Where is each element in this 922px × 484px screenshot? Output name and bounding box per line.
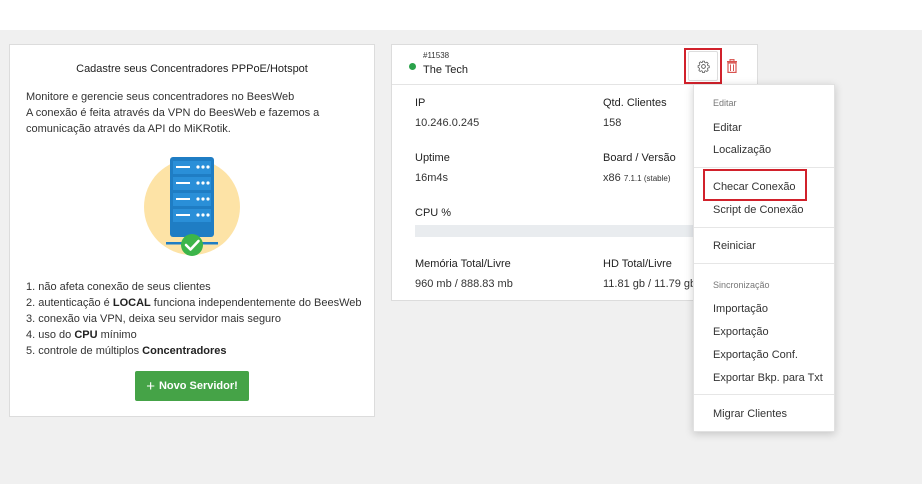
clients-value: 158 xyxy=(603,117,622,129)
intro-line-2: A conexão é feita através da VPN do Bees… xyxy=(26,107,320,135)
card-title: Cadastre seus Concentradores PPPoE/Hotsp… xyxy=(76,63,308,75)
list-item: 2. autenticação é LOCAL funciona indepen… xyxy=(26,297,362,309)
cpu-progress-bar xyxy=(415,225,715,237)
menu-item-location[interactable]: Localização xyxy=(713,144,771,156)
menu-item-export[interactable]: Exportação xyxy=(713,326,769,338)
dropdown-divider xyxy=(694,263,834,264)
menu-item-connection-script[interactable]: Script de Conexão xyxy=(713,204,804,216)
uptime-label: Uptime xyxy=(415,152,450,164)
dropdown-divider xyxy=(694,167,834,168)
memory-label: Memória Total/Livre xyxy=(415,258,511,270)
intro-line-1: Monitore e gerencie seus concentradores … xyxy=(26,91,295,103)
online-status-icon xyxy=(409,63,416,70)
settings-dropdown-menu: Editar Editar Localização Checar Conexão… xyxy=(693,84,835,432)
plus-icon: + xyxy=(146,377,155,395)
hd-value: 11.81 gb / 11.79 gb xyxy=(603,278,697,290)
hd-label: HD Total/Livre xyxy=(603,258,672,270)
board-label: Board / Versão xyxy=(603,152,676,164)
board-value: x86 7.1.1 (stable) xyxy=(603,172,671,184)
clients-label: Qtd. Clientes xyxy=(603,97,667,109)
dropdown-divider xyxy=(694,227,834,228)
new-server-button[interactable]: + Novo Servidor! xyxy=(135,371,249,401)
server-name: The Tech xyxy=(423,64,469,76)
list-item: 1. não afeta conexão de seus clientes xyxy=(26,281,211,293)
ip-value: 10.246.0.245 xyxy=(415,117,480,129)
benefits-list: 1. não afeta conexão de seus clientes 2.… xyxy=(26,279,376,359)
intro-text: Monitore e gerencie seus concentradores … xyxy=(26,89,366,137)
list-item: 5. controle de múltiplos Concentradores xyxy=(26,345,227,357)
menu-item-check-connection[interactable]: Checar Conexão xyxy=(713,181,796,193)
dropdown-divider xyxy=(694,394,834,395)
uptime-value: 16m4s xyxy=(415,172,449,184)
menu-item-export-backup-txt[interactable]: Exportar Bkp. para Txt xyxy=(713,372,823,384)
menu-item-edit[interactable]: Editar xyxy=(713,122,742,134)
register-concentrator-card: Cadastre seus Concentradores PPPoE/Hotsp… xyxy=(9,44,375,417)
dropdown-header-sync: Sincronização xyxy=(713,280,770,290)
menu-item-restart[interactable]: Reiniciar xyxy=(713,240,756,252)
server-card-header: #11538 The Tech xyxy=(392,45,757,85)
list-item: 3. conexão via VPN, deixa seu servidor m… xyxy=(26,313,281,325)
server-rack-illustration-icon xyxy=(144,157,240,256)
cpu-label: CPU % xyxy=(415,207,452,219)
list-item: 4. uso do CPU mínimo xyxy=(26,329,137,341)
top-bar xyxy=(0,0,922,30)
dropdown-header-edit: Editar xyxy=(713,98,737,108)
gear-icon xyxy=(697,60,710,73)
trash-icon[interactable] xyxy=(726,59,738,73)
menu-item-import[interactable]: Importação xyxy=(713,303,768,315)
menu-item-export-conf[interactable]: Exportação Conf. xyxy=(713,349,798,361)
settings-button[interactable] xyxy=(688,51,718,81)
memory-value: 960 mb / 888.83 mb xyxy=(415,278,513,290)
ip-label: IP xyxy=(415,97,426,109)
server-id: #11538 xyxy=(423,51,450,60)
menu-item-migrate-clients[interactable]: Migrar Clientes xyxy=(713,408,787,420)
new-server-label: Novo Servidor! xyxy=(158,380,238,392)
